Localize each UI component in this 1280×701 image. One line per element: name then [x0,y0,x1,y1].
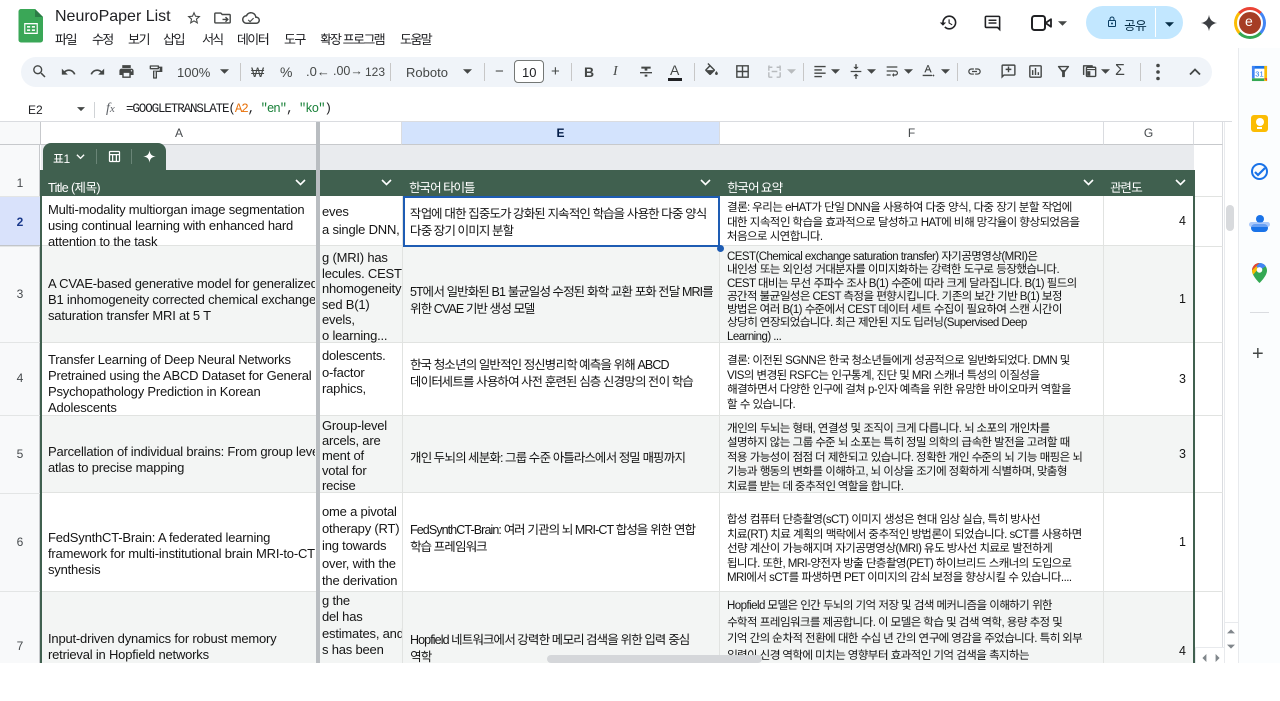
svg-text:31: 31 [1255,69,1263,78]
